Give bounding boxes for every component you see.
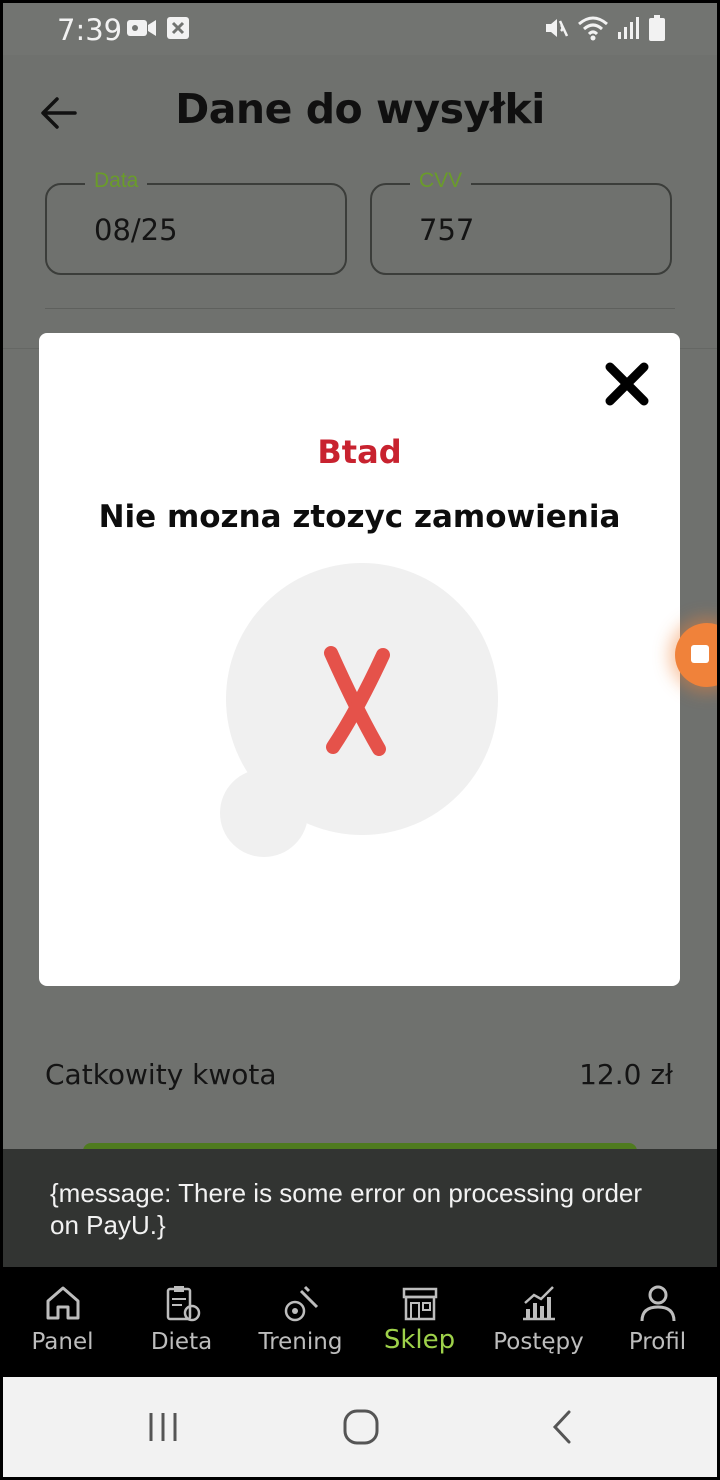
- status-bar: 7:39: [3, 3, 717, 55]
- nav-label: Panel: [31, 1329, 94, 1355]
- home-button-icon[interactable]: [341, 1407, 381, 1447]
- nav-item-panel[interactable]: Panel: [3, 1267, 122, 1377]
- cvv-field-label: CVV: [410, 169, 472, 193]
- recent-apps-icon[interactable]: [143, 1407, 183, 1447]
- total-value: 12.0 zł: [579, 1058, 673, 1091]
- status-right-icons: [543, 15, 665, 41]
- training-icon: [284, 1285, 318, 1322]
- total-label: Catkowity kwota: [45, 1058, 277, 1091]
- nav-label: Sklep: [383, 1325, 456, 1355]
- close-square-icon: [167, 17, 189, 39]
- battery-icon: [649, 15, 665, 41]
- bottom-navigation: Panel Dieta Trening Sklep Postępy Profil: [3, 1267, 717, 1377]
- shop-icon: [402, 1287, 437, 1321]
- status-time: 7:39: [57, 13, 123, 47]
- signal-icon: [618, 17, 639, 39]
- nav-item-postepy[interactable]: Postępy: [479, 1267, 598, 1377]
- cvv-field[interactable]: CVV 757: [370, 169, 672, 275]
- dialog-title: Btad: [317, 433, 402, 471]
- home-icon: [46, 1286, 79, 1320]
- snackbar-text: {message: There is some error on process…: [50, 1178, 643, 1240]
- nav-label: Postępy: [493, 1329, 584, 1355]
- screen-recorder-bubble[interactable]: [675, 623, 717, 687]
- header: Dane do wysyłki: [3, 55, 717, 175]
- snackbar: {message: There is some error on process…: [3, 1149, 717, 1267]
- nav-item-dieta[interactable]: Dieta: [122, 1267, 241, 1377]
- video-camera-icon: [127, 20, 156, 36]
- dialog-message: Nie mozna ztozyc zamowienia: [98, 499, 621, 535]
- date-field-value: 08/25: [94, 213, 178, 247]
- nav-item-trening[interactable]: Trening: [241, 1267, 360, 1377]
- app-screen: 7:39 Dane do wysyłki Data 08/25 CVV 757 …: [3, 3, 717, 1477]
- date-field[interactable]: Data 08/25: [45, 169, 347, 275]
- divider: [45, 308, 675, 309]
- error-dialog: Btad Nie mozna ztozyc zamowienia: [39, 333, 680, 986]
- nav-label: Trening: [258, 1329, 343, 1355]
- record-icon: [691, 645, 709, 663]
- date-field-label: Data: [85, 169, 148, 193]
- error-x-icon: [220, 563, 498, 857]
- diet-clipboard-icon: [166, 1286, 200, 1322]
- cvv-field-value: 757: [419, 213, 475, 247]
- page-title: Dane do wysyłki: [175, 85, 545, 133]
- total-row: Catkowity kwota 12.0 zł: [45, 1058, 673, 1091]
- system-nav-bar: [3, 1377, 717, 1477]
- back-button-icon[interactable]: [543, 1407, 583, 1447]
- nav-item-profil[interactable]: Profil: [598, 1267, 717, 1377]
- profile-icon: [640, 1285, 675, 1322]
- close-icon[interactable]: [602, 359, 652, 409]
- nav-label: Dieta: [150, 1329, 213, 1355]
- mute-icon: [546, 19, 569, 37]
- nav-item-sklep[interactable]: Sklep: [360, 1267, 479, 1377]
- nav-label: Profil: [628, 1329, 687, 1355]
- wifi-icon: [578, 16, 608, 41]
- status-left-icons: [127, 17, 189, 39]
- progress-chart-icon: [522, 1286, 555, 1321]
